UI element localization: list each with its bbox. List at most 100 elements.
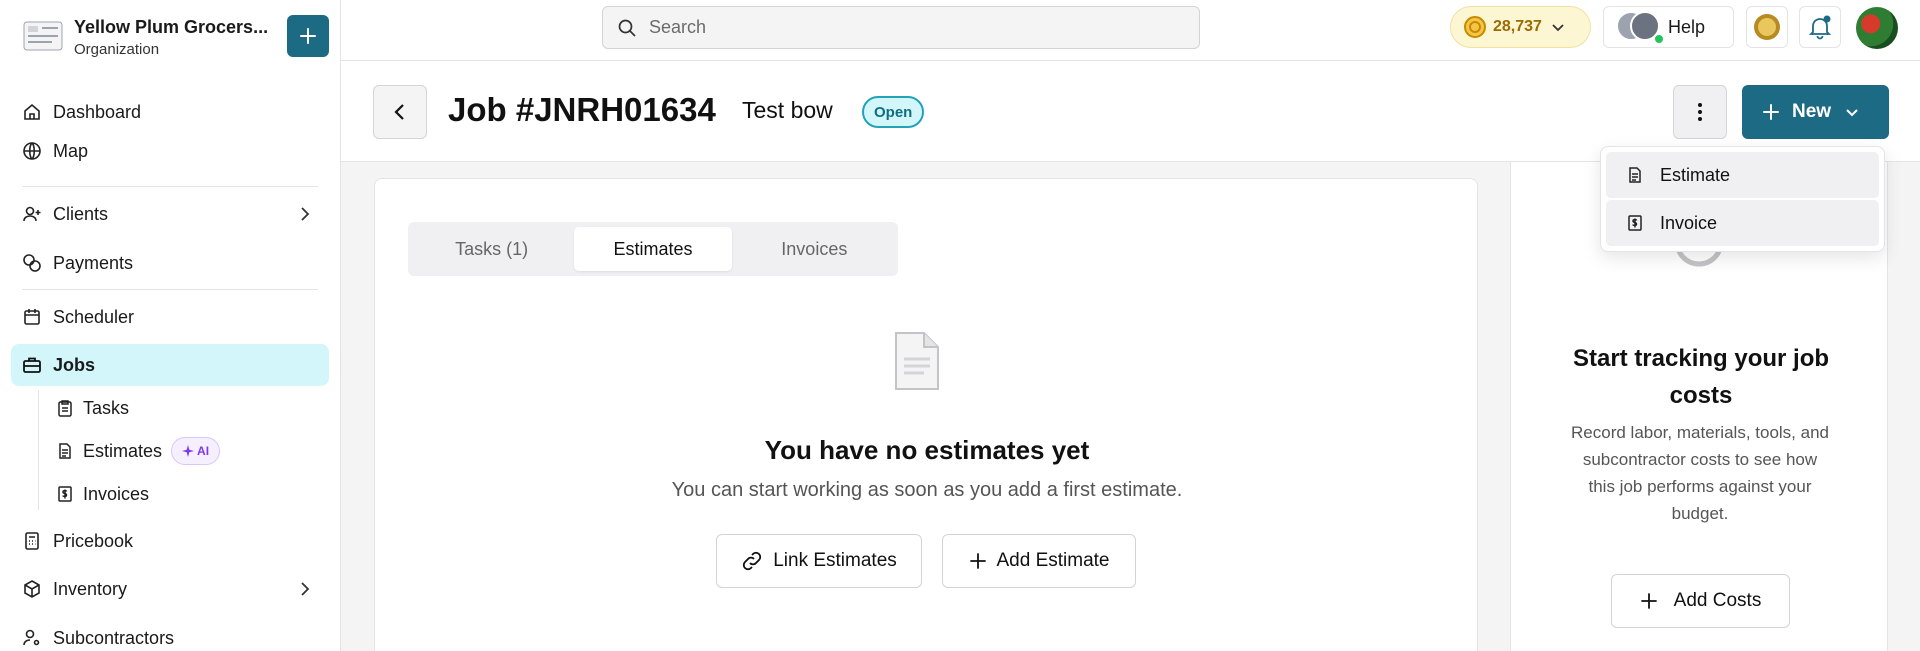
add-costs-button[interactable]: Add Costs [1611, 574, 1790, 628]
estimates-card: Tasks (1) Estimates Invoices You have no… [374, 178, 1478, 651]
ai-badge-label: AI [197, 444, 210, 458]
sidebar-item-pricebook[interactable]: Pricebook [11, 520, 329, 562]
plus-icon [969, 553, 986, 569]
org-add-button[interactable] [287, 15, 329, 57]
tab-invoices[interactable]: Invoices [736, 227, 893, 271]
plus-icon [300, 28, 316, 44]
document-icon [55, 441, 75, 461]
calculator-icon [21, 530, 43, 552]
add-costs-label: Add Costs [1673, 590, 1762, 611]
link-icon [743, 551, 762, 571]
bell-icon [1808, 15, 1832, 40]
sidebar-item-estimates[interactable]: Estimates AI [55, 434, 221, 468]
notifications-button[interactable] [1799, 6, 1841, 48]
sidebar-item-label: Jobs [53, 354, 96, 375]
calendar-icon [21, 306, 43, 328]
invoice-icon [1628, 215, 1642, 231]
chevron-down-icon [1846, 109, 1858, 117]
sidebar-item-label: Subcontractors [53, 627, 175, 648]
menu-item-invoice[interactable]: Invoice [1606, 200, 1879, 246]
search-box[interactable] [602, 6, 1200, 49]
sidebar-item-label: Dashboard [53, 101, 142, 122]
sidebar-item-scheduler[interactable]: Scheduler [11, 296, 329, 338]
tab-tasks[interactable]: Tasks (1) [413, 227, 570, 271]
sidebar-divider [22, 186, 318, 187]
plus-icon [1640, 593, 1657, 609]
user-plus-icon [21, 203, 43, 225]
medal-icon [1754, 14, 1780, 40]
home-icon [21, 101, 43, 123]
box-icon [21, 578, 43, 600]
chevron-down-icon [1552, 24, 1564, 32]
org-name: Yellow Plum Grocers... [74, 17, 269, 37]
menu-item-label: Invoice [1660, 212, 1718, 233]
sidebar-item-map[interactable]: Map [11, 130, 329, 172]
sidebar-item-dashboard[interactable]: Dashboard [11, 91, 329, 133]
search-icon [618, 19, 636, 37]
new-button-label: New [1792, 101, 1832, 122]
org-logo [22, 20, 64, 52]
page-title: Job #JNRH01634 [448, 91, 716, 128]
user-gear-icon [21, 627, 43, 649]
sidebar-divider [22, 289, 318, 290]
new-button[interactable]: New [1742, 85, 1889, 139]
empty-state-title: You have no estimates yet [764, 435, 1090, 465]
rewards-button[interactable] [1746, 6, 1788, 48]
link-estimates-label: Link Estimates [773, 550, 897, 571]
menu-item-label: Estimate [1660, 164, 1731, 185]
coins-icon [21, 252, 43, 274]
sidebar-item-label: Pricebook [53, 530, 134, 551]
empty-document-icon [895, 332, 939, 390]
tab-estimates[interactable]: Estimates [574, 227, 732, 271]
coins-value: 28,737 [1493, 18, 1542, 35]
help-label: Help [1668, 16, 1706, 37]
sidebar-item-label: Inventory [53, 578, 128, 599]
plus-icon [1763, 104, 1779, 120]
costs-title: Start tracking your job costs [1572, 345, 1830, 409]
sidebar-item-label: Estimates [83, 440, 163, 461]
sidebar-item-label: Payments [53, 252, 134, 273]
coins-balance-button[interactable]: 28,737 [1450, 6, 1591, 48]
top-bar: 28,737 Help [341, 0, 1920, 61]
sidebar-item-jobs[interactable]: Jobs [11, 344, 329, 386]
job-name: Test bow [742, 97, 833, 123]
sidebar-item-tasks[interactable]: Tasks [55, 391, 129, 425]
chevron-right-icon [301, 582, 310, 596]
link-estimates-button[interactable]: Link Estimates [716, 534, 922, 588]
sidebar: Yellow Plum Grocers... Organization Dash… [0, 0, 341, 651]
back-button[interactable] [373, 85, 427, 139]
chevron-right-icon [301, 207, 310, 221]
sidebar-item-invoices[interactable]: Invoices [55, 477, 149, 511]
menu-item-estimate[interactable]: Estimate [1606, 152, 1879, 198]
sparkle-icon [182, 445, 195, 457]
clipboard-icon [55, 398, 75, 418]
status-badge: Open [862, 96, 925, 128]
coin-icon [1464, 16, 1486, 38]
empty-state-subtitle: You can start working as soon as you add… [671, 479, 1183, 501]
sidebar-item-clients[interactable]: Clients [11, 193, 329, 235]
globe-icon [21, 140, 43, 162]
add-estimate-label: Add Estimate [996, 550, 1110, 571]
add-estimate-button[interactable]: Add Estimate [942, 534, 1136, 588]
briefcase-icon [21, 354, 43, 376]
help-button[interactable]: Help [1603, 6, 1734, 48]
sidebar-item-label: Invoices [83, 483, 150, 504]
sidebar-item-label: Tasks [83, 397, 130, 418]
sidebar-item-label: Scheduler [53, 306, 135, 327]
support-avatars [1616, 11, 1665, 45]
submenu-line [38, 390, 39, 510]
user-avatar[interactable] [1856, 7, 1898, 49]
sidebar-item-label: Clients [53, 203, 109, 224]
invoice-icon [55, 484, 75, 504]
org-switcher[interactable]: Yellow Plum Grocers... Organization [20, 14, 330, 60]
sidebar-item-inventory[interactable]: Inventory [11, 568, 329, 610]
ai-badge: AI [171, 437, 221, 465]
sidebar-item-subcontractors[interactable]: Subcontractors [11, 617, 329, 651]
kebab-icon [1698, 103, 1702, 121]
online-indicator [1653, 33, 1665, 45]
chevron-left-icon [394, 104, 404, 120]
tab-bar: Tasks (1) Estimates Invoices [408, 222, 898, 276]
search-input[interactable] [649, 17, 1169, 38]
sidebar-item-payments[interactable]: Payments [11, 242, 329, 284]
more-options-button[interactable] [1673, 85, 1727, 139]
